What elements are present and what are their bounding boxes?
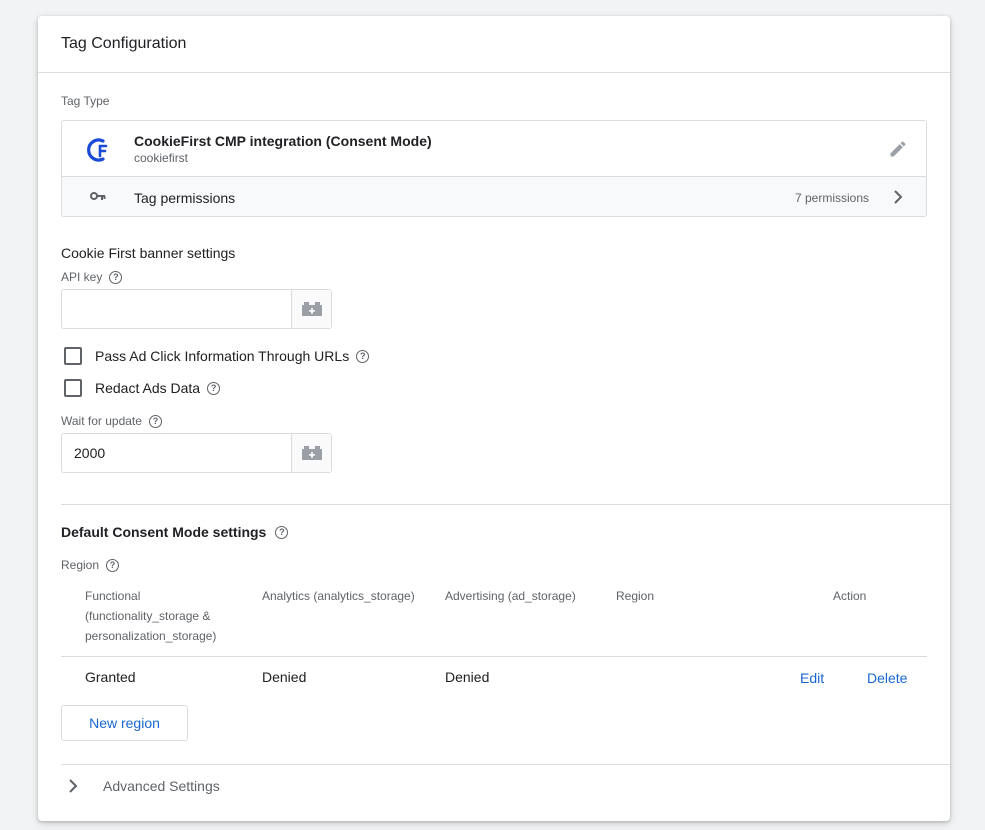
tag-type-label: Tag Type [61, 94, 110, 108]
cell-functional: Granted [85, 669, 136, 685]
table-divider [61, 656, 927, 657]
region-label-text: Region [61, 558, 100, 572]
advanced-settings-toggle[interactable]: Advanced Settings [61, 778, 220, 794]
tag-subtitle: cookiefirst [134, 151, 189, 165]
api-key-input-group [61, 289, 332, 329]
edit-region-link[interactable]: Edit [800, 670, 824, 686]
wait-for-update-input[interactable] [62, 434, 291, 472]
key-icon [90, 192, 106, 200]
pass-ad-click-row: Pass Ad Click Information Through URLs ? [64, 347, 370, 365]
help-icon[interactable]: ? [356, 349, 370, 363]
column-header-functional-line-1: Functional [85, 589, 141, 603]
section-divider [61, 504, 950, 505]
new-region-button[interactable]: New region [61, 705, 188, 741]
tag-configuration-card: Tag Configuration Tag Type CookieFirst C… [38, 16, 950, 821]
help-icon[interactable]: ? [148, 414, 162, 428]
api-key-label: API key ? [61, 270, 123, 284]
column-header-functional-line-3: personalization_storage) [85, 629, 217, 643]
wait-for-update-input-group [61, 433, 332, 473]
help-icon[interactable]: ? [106, 558, 120, 572]
cell-analytics: Denied [262, 669, 307, 685]
redact-ads-row: Redact Ads Data ? [64, 379, 221, 397]
column-header-analytics: Analytics (analytics_storage) [262, 589, 415, 603]
card-title: Tag Configuration [38, 16, 950, 73]
help-icon[interactable]: ? [109, 270, 123, 284]
tag-name: CookieFirst CMP integration (Consent Mod… [134, 133, 432, 149]
variable-brick-icon [301, 302, 322, 316]
consent-settings-title-text: Default Consent Mode settings [61, 524, 267, 540]
chevron-right-icon [894, 190, 903, 204]
tag-type-row[interactable]: CookieFirst CMP integration (Consent Mod… [62, 121, 926, 176]
chevron-right-icon [69, 779, 78, 793]
permissions-count: 7 permissions [794, 191, 869, 205]
column-header-functional: Functional (functionality_storage & pers… [85, 586, 216, 646]
redact-ads-checkbox[interactable] [64, 379, 82, 397]
help-icon[interactable]: ? [207, 381, 221, 395]
tag-permissions-row[interactable]: Tag permissions 7 permissions [62, 176, 926, 216]
help-icon[interactable]: ? [275, 525, 289, 539]
advanced-settings-label: Advanced Settings [103, 778, 220, 794]
variable-brick-icon [301, 446, 322, 460]
column-header-region: Region [616, 589, 655, 603]
column-header-action: Action [833, 589, 867, 603]
banner-settings-title: Cookie First banner settings [61, 245, 236, 261]
redact-ads-label: Redact Ads Data [95, 380, 201, 396]
column-header-advertising: Advertising (ad_storage) [445, 589, 576, 603]
pencil-icon[interactable] [888, 139, 908, 159]
consent-settings-title: Default Consent Mode settings ? [61, 524, 289, 540]
cell-advertising: Denied [445, 669, 490, 685]
variable-picker-button[interactable] [291, 290, 331, 328]
section-divider [61, 764, 950, 765]
tag-type-box: CookieFirst CMP integration (Consent Mod… [61, 120, 927, 217]
api-key-input[interactable] [62, 290, 291, 328]
cookiefirst-logo-icon [87, 138, 108, 162]
variable-picker-button[interactable] [291, 434, 331, 472]
wait-for-update-label: Wait for update ? [61, 414, 162, 428]
pass-ad-click-checkbox[interactable] [64, 347, 82, 365]
column-header-functional-line-2: (functionality_storage & [85, 609, 211, 623]
pass-ad-click-label: Pass Ad Click Information Through URLs [95, 348, 350, 364]
region-label: Region ? [61, 558, 120, 572]
delete-region-link[interactable]: Delete [867, 670, 907, 686]
tag-permissions-label: Tag permissions [134, 190, 236, 206]
api-key-label-text: API key [61, 270, 103, 284]
wait-for-update-label-text: Wait for update [61, 414, 142, 428]
